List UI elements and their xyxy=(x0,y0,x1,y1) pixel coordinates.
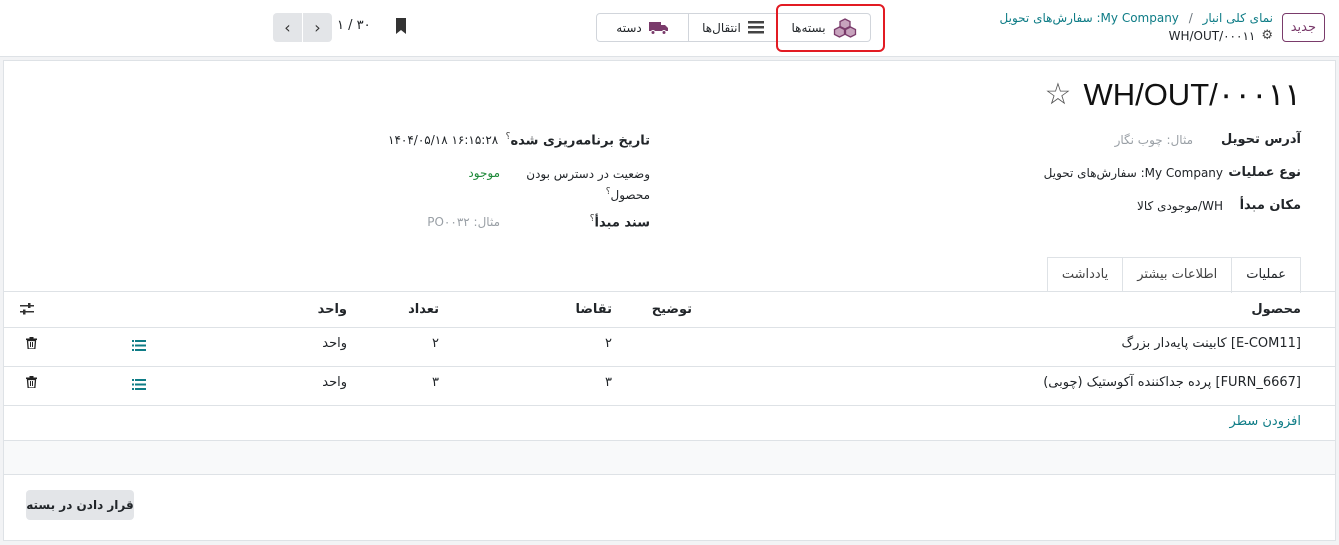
scheduled-date-label: تاریخ برنامه‌ریزی شده؟ xyxy=(506,132,650,148)
truck-icon xyxy=(648,21,668,35)
pager-value[interactable]: ۱ / ۳۰ xyxy=(337,18,371,33)
column-description[interactable]: توضیح xyxy=(652,292,692,328)
column-demand[interactable]: تقاضا xyxy=(575,292,612,328)
pager-next-button[interactable]: › xyxy=(303,13,332,42)
notebook-tabs: عملیات اطلاعات بیشتر یادداشت xyxy=(1046,257,1301,293)
breadcrumb-current: WH/OUT/۰۰۰۱۱ xyxy=(1168,28,1256,43)
scheduled-date-value[interactable]: ۱۴۰۴/۰۵/۱۸ ۱۶:۱۵:۲۸ xyxy=(388,133,498,147)
star-icon[interactable]: ☆ xyxy=(1045,80,1072,110)
row-quantity[interactable]: ۳ xyxy=(432,367,439,405)
delivery-address-input[interactable]: مثال: چوب نگار xyxy=(1115,133,1193,147)
add-line-link[interactable]: افزودن سطر xyxy=(1230,414,1301,429)
row-quantity[interactable]: ۲ xyxy=(432,328,439,366)
breadcrumb: نمای کلی انبار / My Company: سفارش‌های ت… xyxy=(1000,11,1273,43)
bookmark-icon[interactable] xyxy=(395,18,407,34)
row-demand[interactable]: ۲ xyxy=(605,328,612,366)
breadcrumb-delivery-orders[interactable]: My Company: سفارش‌های تحویل xyxy=(1000,11,1179,25)
details-list-icon[interactable] xyxy=(132,340,146,351)
pager-buttons: ‹ › xyxy=(273,13,332,42)
transfers-label: انتقال‌ها xyxy=(702,20,741,35)
source-document-input[interactable]: مثال: PO۰۰۳۲ xyxy=(427,215,500,229)
availability-value: موجود xyxy=(468,166,500,180)
trash-icon[interactable] xyxy=(26,337,37,349)
operation-type-label: نوع عملیات xyxy=(1228,165,1301,180)
row-product[interactable]: [FURN_6667] پرده جداکننده آکوستیک (چوبی) xyxy=(1043,367,1301,405)
availability-label-line1: وضعیت در دسترس بودن xyxy=(526,167,650,181)
availability-label: وضعیت در دسترس بودن محصول؟ xyxy=(526,165,650,204)
row-demand[interactable]: ۳ xyxy=(605,367,612,405)
trash-icon[interactable] xyxy=(26,376,37,388)
source-location-label: مکان مبدأ xyxy=(1239,198,1301,213)
column-unit[interactable]: واحد xyxy=(318,292,347,328)
list-bars-icon xyxy=(747,21,764,34)
transfers-button[interactable]: انتقال‌ها xyxy=(689,13,778,42)
source-document-label: سند مبدأ؟ xyxy=(590,214,650,230)
gear-icon[interactable]: ⚙ xyxy=(1261,28,1273,43)
control-panel: جدید نمای کلی انبار / My Company: سفارش‌… xyxy=(0,0,1339,57)
column-quantity[interactable]: تعداد xyxy=(408,292,439,328)
tab-additional-info[interactable]: اطلاعات بیشتر xyxy=(1122,257,1233,292)
table-header: محصول توضیح تقاضا تعداد واحد xyxy=(4,292,1335,328)
batch-button[interactable]: دسته xyxy=(596,13,689,42)
row-unit[interactable]: واحد xyxy=(322,367,347,405)
record-title: WH/OUT/۰۰۰۱۱ xyxy=(1083,77,1301,112)
table-row[interactable]: [FURN_6667] پرده جداکننده آکوستیک (چوبی)… xyxy=(4,367,1335,406)
breadcrumb-separator: / xyxy=(1188,11,1193,25)
chevron-right-icon: › xyxy=(314,18,321,37)
availability-label-line2: محصول xyxy=(610,188,651,202)
new-button[interactable]: جدید xyxy=(1281,13,1325,42)
table-row[interactable]: [E-COM11] کابینت پایه‌دار بزرگ ۲ ۲ واحد xyxy=(4,328,1335,367)
form-sheet: ☆ WH/OUT/۰۰۰۱۱ آدرس تحویل مثال: چوب نگار… xyxy=(3,60,1336,541)
batch-label: دسته xyxy=(616,20,642,35)
add-line-row: افزودن سطر xyxy=(4,406,1335,441)
delivery-address-label: آدرس تحویل xyxy=(1221,132,1301,147)
pager-previous-button[interactable]: ‹ xyxy=(273,13,302,42)
chevron-left-icon: ‹ xyxy=(284,18,291,37)
row-product[interactable]: [E-COM11] کابینت پایه‌دار بزرگ xyxy=(1122,328,1301,366)
scheduled-date-label-text: تاریخ برنامه‌ریزی شده xyxy=(510,133,650,149)
source-document-label-text: سند مبدأ xyxy=(594,215,650,231)
source-location-value[interactable]: WH/موجودی کالا xyxy=(1137,199,1223,213)
packages-highlight-frame xyxy=(776,4,885,52)
put-in-pack-button[interactable]: قرار دادن در بسته xyxy=(26,490,134,520)
tab-note[interactable]: یادداشت xyxy=(1046,257,1124,292)
tab-operations[interactable]: عملیات xyxy=(1231,257,1301,293)
record-title-row: ☆ WH/OUT/۰۰۰۱۱ xyxy=(1045,77,1301,113)
sliders-icon[interactable] xyxy=(20,303,34,315)
column-product[interactable]: محصول xyxy=(1251,292,1301,328)
operation-type-value[interactable]: My Company: سفارش‌های تحویل xyxy=(1044,166,1223,180)
breadcrumb-warehouse-overview[interactable]: نمای کلی انبار xyxy=(1203,11,1273,25)
row-unit[interactable]: واحد xyxy=(322,328,347,366)
empty-row xyxy=(4,441,1335,475)
details-list-icon[interactable] xyxy=(132,379,146,390)
